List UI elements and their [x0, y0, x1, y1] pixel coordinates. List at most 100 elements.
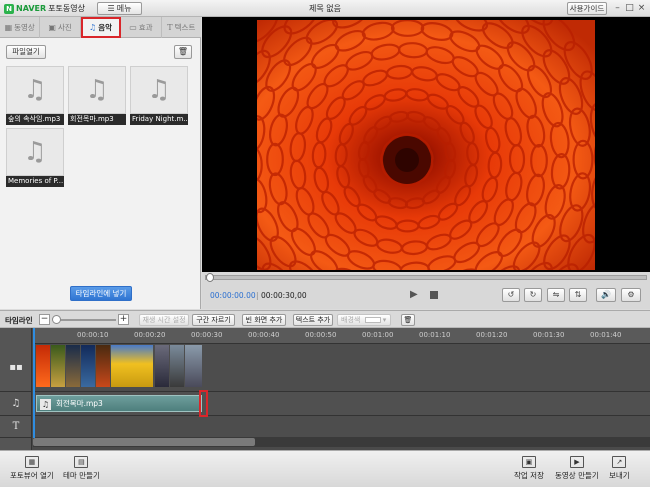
seek-bar[interactable] — [205, 273, 647, 282]
play-icon[interactable]: ▶ — [410, 289, 418, 300]
audio-clip-end-handle[interactable] — [199, 390, 208, 417]
music-file-item[interactable]: ♫ 회전목마.mp3 — [68, 66, 126, 125]
add-blank-screen-button[interactable]: 빈 화면 추가 — [242, 314, 286, 326]
timeline-label: 타임라인 — [5, 316, 33, 325]
rotate-right-icon[interactable]: ↻ — [524, 288, 542, 302]
photo-tour-button[interactable]: ▦ 포토뷰어 열기 — [10, 456, 54, 481]
scrollbar-thumb[interactable] — [33, 438, 255, 446]
zoom-out-button[interactable]: − — [39, 314, 50, 325]
photo-clip[interactable] — [81, 345, 95, 387]
track-headers: ▪▪ ♫ T — [0, 328, 32, 450]
tab-music[interactable]: ♫ 음악 — [80, 17, 122, 38]
menu-button[interactable]: ☰ 메뉴 — [97, 2, 142, 15]
timeline-ruler[interactable]: 00:00:10 00:00:20 00:00:30 00:00:40 00:0… — [33, 328, 650, 344]
photo-clip[interactable] — [51, 345, 65, 387]
delete-button[interactable]: 🗑 — [174, 45, 192, 59]
audio-clip-name: 회전목마.mp3 — [56, 399, 103, 408]
minimize-icon[interactable]: – — [612, 3, 623, 14]
maximize-icon[interactable]: □ — [624, 3, 635, 14]
cut-segment-button[interactable]: 구간 자르기 — [192, 314, 235, 326]
settings-gear-icon[interactable]: ⚙ — [621, 288, 641, 302]
ruler-tick: 00:00:50 — [305, 331, 337, 339]
music-file-item[interactable]: ♫ Memories of P... — [6, 128, 64, 187]
add-text-button[interactable]: 텍스트 추가 — [293, 314, 333, 326]
make-video-button[interactable]: ▶ 동영상 만들기 — [555, 456, 599, 481]
trash-icon: 🗑 — [177, 47, 189, 56]
flip-vertical-icon[interactable]: ⇅ — [569, 288, 587, 302]
photo-clip[interactable] — [155, 345, 169, 387]
playhead[interactable] — [33, 328, 35, 438]
preview-panel: 00:00:00.00 | 00:00:30,00 ▶ ↺ ↻ ⇋ ⇅ 🔊 ⚙ — [202, 17, 650, 309]
tab-effect-label: 효과 — [138, 23, 153, 32]
timeline-delete-button[interactable]: 🗑 — [401, 314, 415, 326]
background-color-label: 배경색 — [341, 316, 361, 324]
music-track-icon: ♫ — [0, 392, 32, 416]
volume-icon[interactable]: 🔊 — [596, 288, 616, 302]
tab-effect[interactable]: ▭ 효과 — [121, 17, 162, 38]
stop-icon[interactable] — [430, 291, 438, 299]
photo-clip[interactable] — [111, 345, 153, 387]
rotate-left-icon[interactable]: ↺ — [502, 288, 520, 302]
text-track — [33, 416, 650, 438]
tab-photo[interactable]: ▣ 사진 — [40, 17, 81, 38]
naver-logo-icon: N — [4, 3, 14, 14]
music-note-icon: ♫ — [68, 66, 126, 114]
music-file-item[interactable]: ♫ Friday Night.m... — [130, 66, 188, 125]
audio-clip[interactable]: ♫ 회전목마.mp3 — [36, 395, 202, 412]
theme-label: 테마 만들기 — [63, 471, 100, 480]
video-icon: ▶ — [569, 456, 584, 468]
timeline-area: ▪▪ ♫ T 00:00:10 00:00:20 00:00:30 00:00:… — [0, 328, 650, 450]
text-icon: T — [167, 23, 173, 32]
set-duration-button[interactable]: 재생 시간 설정 — [139, 314, 189, 326]
video-preview[interactable] — [202, 17, 650, 272]
user-guide-button[interactable]: 사용가이드 — [567, 2, 607, 15]
ruler-tick: 00:00:10 — [77, 331, 109, 339]
logo-brand: NAVER — [16, 4, 47, 13]
photo-tour-label: 포토뷰어 열기 — [10, 471, 54, 480]
bottom-toolbar: ▦ 포토뷰어 열기 ▤ 테마 만들기 ▣ 작업 저장 ▶ 동영상 만들기 ↗ 보… — [0, 450, 650, 487]
background-color-dropdown[interactable]: 배경색 ▾ — [337, 314, 391, 326]
music-note-icon: ♫ — [130, 66, 188, 114]
tab-text[interactable]: T 텍스트 — [162, 17, 201, 38]
photo-clip[interactable] — [96, 345, 110, 387]
photo-clip[interactable] — [66, 345, 80, 387]
export-icon: ↗ — [612, 456, 627, 468]
document-title: 제목 없음 — [309, 4, 341, 13]
music-file-item[interactable]: ♫ 숲의 속삭임.mp3 — [6, 66, 64, 125]
color-swatch — [364, 317, 381, 323]
tab-music-label: 음악 — [98, 23, 112, 32]
flip-horizontal-icon[interactable]: ⇋ — [547, 288, 565, 302]
zoom-slider-handle[interactable] — [52, 315, 61, 324]
zoom-in-button[interactable]: + — [118, 314, 129, 325]
music-note-icon: ♫ — [6, 66, 64, 114]
photo-clip[interactable] — [185, 345, 202, 387]
send-button[interactable]: ↗ 보내기 — [609, 456, 630, 481]
photo-clip[interactable] — [170, 345, 184, 387]
make-video-label: 동영상 만들기 — [555, 471, 599, 480]
timeline-horizontal-scrollbar[interactable] — [33, 437, 650, 447]
photo-track-icon: ▪▪ — [0, 344, 32, 392]
tab-video[interactable]: ▦ 동영상 — [0, 17, 41, 38]
ruler-tick: 00:00:30 — [191, 331, 223, 339]
photo-clip[interactable] — [36, 345, 50, 387]
send-label: 보내기 — [609, 471, 630, 480]
add-to-timeline-button[interactable]: 타임라인에 넣기 — [70, 286, 132, 301]
zoom-slider[interactable] — [56, 319, 116, 321]
film-icon: ▦ — [24, 456, 39, 468]
seek-handle[interactable] — [206, 273, 214, 282]
save-icon: ▣ — [521, 456, 536, 468]
ruler-tick: 00:01:30 — [533, 331, 565, 339]
file-name: 회전목마.mp3 — [68, 114, 126, 125]
tab-text-label: 텍스트 — [174, 23, 196, 32]
ruler-tick: 00:01:40 — [590, 331, 622, 339]
ruler-tick: 00:00:20 — [134, 331, 166, 339]
close-icon[interactable]: × — [636, 3, 647, 14]
theme-button[interactable]: ▤ 테마 만들기 — [63, 456, 100, 481]
open-file-button[interactable]: 파일열기 — [6, 45, 46, 59]
effect-icon: ▭ — [129, 23, 137, 32]
save-project-button[interactable]: ▣ 작업 저장 — [514, 456, 544, 481]
app-logo: N NAVER 포토동영상 — [4, 3, 85, 14]
current-time: 00:00:00.00 — [210, 291, 256, 300]
save-project-label: 작업 저장 — [514, 471, 544, 480]
preview-image — [257, 20, 595, 270]
